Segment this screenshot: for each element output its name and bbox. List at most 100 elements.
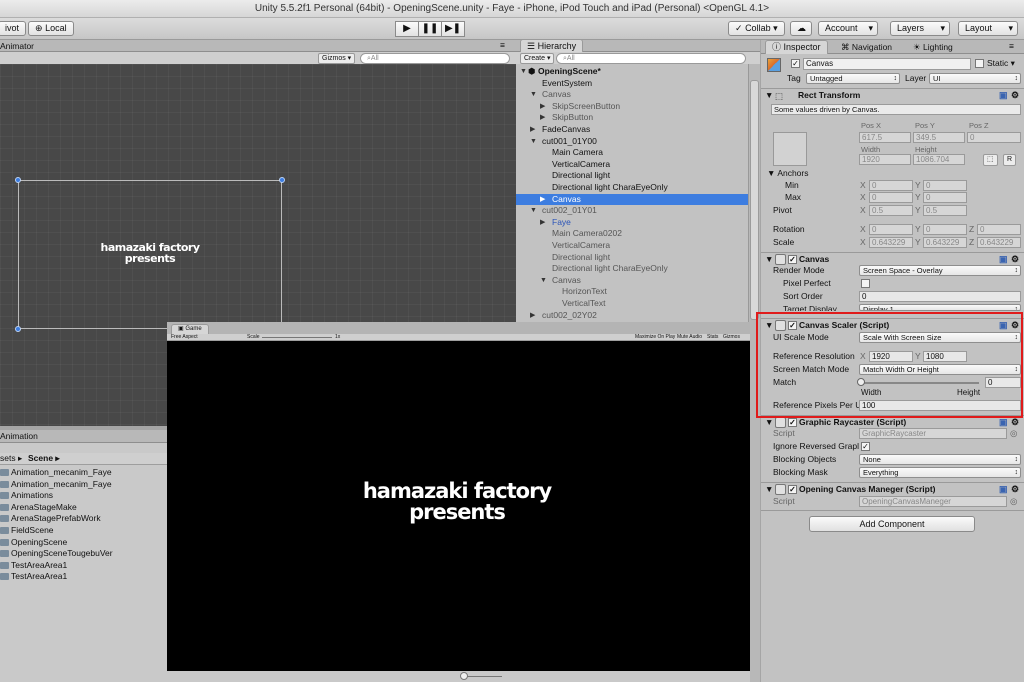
animation-tab[interactable]: Animation xyxy=(0,431,38,442)
zoom-slider-thumb[interactable] xyxy=(460,672,468,680)
canvas-enabled-checkbox[interactable]: ✓ xyxy=(788,255,797,264)
pause-button[interactable]: ❚❚ xyxy=(418,21,442,37)
scale-slider[interactable] xyxy=(262,337,332,338)
opening-manager-script-field[interactable]: OpeningCanvasManeger xyxy=(859,496,1007,507)
project-item[interactable]: OpeningSceneTougebuVer xyxy=(0,548,113,560)
hierarchy-item[interactable]: VerticalCamera xyxy=(516,159,748,171)
layer-dropdown[interactable]: UI xyxy=(929,73,1021,84)
collab-button[interactable]: ✓ Collab ▾ xyxy=(728,21,785,36)
account-dropdown[interactable]: Account ▾ xyxy=(818,21,878,36)
corner-handle[interactable] xyxy=(15,177,21,183)
scale-y-field[interactable]: 0.643229 xyxy=(923,237,967,248)
game-viewport[interactable]: hamazaki factory presents xyxy=(167,341,750,671)
hierarchy-item[interactable]: Directional light CharaEyeOnly xyxy=(516,182,748,194)
expand-arrow-icon[interactable]: ▼ xyxy=(520,66,527,78)
anchor-max-x-field[interactable]: 0 xyxy=(869,192,913,203)
collapse-arrow-icon[interactable]: ▶ xyxy=(540,217,545,229)
project-item[interactable]: TestAreaArea1 xyxy=(0,560,67,572)
layers-dropdown[interactable]: Layers ▾ xyxy=(890,21,950,36)
corner-handle[interactable] xyxy=(15,326,21,332)
gear-icon[interactable]: ⚙ xyxy=(1011,89,1019,102)
hierarchy-item[interactable]: ▶ SkipScreenButton xyxy=(516,101,748,113)
hierarchy-item[interactable]: Directional light CharaEyeOnly xyxy=(516,263,748,275)
opening-manager-header[interactable]: ▼ ✓ Opening Canvas Maneger (Script) ▣ ⚙ xyxy=(761,482,1024,496)
project-item[interactable]: ArenaStagePrefabWork xyxy=(0,513,101,525)
hierarchy-search-input[interactable]: ⌕All xyxy=(556,53,746,64)
anchors-foldout[interactable]: ▼ Anchors xyxy=(767,168,809,179)
width-field[interactable]: 1920 xyxy=(859,154,911,165)
hierarchy-item[interactable]: Main Camera xyxy=(516,147,748,159)
project-item[interactable]: Animation_mecanim_Faye xyxy=(0,479,112,491)
sort-order-field[interactable]: 0 xyxy=(859,291,1021,302)
ignore-reversed-checkbox[interactable]: ✓ xyxy=(861,442,870,451)
pivot-x-field[interactable]: 0.5 xyxy=(869,205,913,216)
pivot-button[interactable]: ivot xyxy=(0,21,27,36)
project-item[interactable]: OpeningScene xyxy=(0,537,67,549)
collapse-arrow-icon[interactable]: ▶ xyxy=(540,194,545,206)
breadcrumb-scene[interactable]: Scene ▸ xyxy=(28,453,60,464)
hierarchy-item[interactable]: VerticalText xyxy=(516,298,748,310)
pos-z-field[interactable]: 0 xyxy=(967,132,1021,143)
hierarchy-item[interactable]: VerticalCamera xyxy=(516,240,748,252)
object-picker-icon[interactable]: ◎ xyxy=(1010,496,1017,507)
rotation-x-field[interactable]: 0 xyxy=(869,224,913,235)
render-mode-dropdown[interactable]: Screen Space - Overlay xyxy=(859,265,1021,276)
create-dropdown[interactable]: Create ▾ xyxy=(520,53,555,64)
inspector-tab[interactable]: ⓘ Inspector xyxy=(765,40,828,54)
opening-manager-enabled-checkbox[interactable]: ✓ xyxy=(788,485,797,494)
canvas-component-header[interactable]: ▼ ✓ Canvas ▣ ⚙ xyxy=(761,252,1024,266)
tag-dropdown[interactable]: Untagged xyxy=(806,73,900,84)
static-checkbox[interactable] xyxy=(975,59,984,68)
hierarchy-item[interactable]: Directional light xyxy=(516,170,748,182)
hierarchy-item[interactable]: EventSystem xyxy=(516,78,748,90)
hierarchy-item[interactable]: ▶ SkipButton xyxy=(516,112,748,124)
pos-x-field[interactable]: 617.5 xyxy=(859,132,911,143)
gear-icon[interactable]: ⚙ xyxy=(1011,483,1019,496)
hierarchy-item[interactable]: ▶ Canvas xyxy=(516,193,748,206)
project-item[interactable]: TestAreaArea1 xyxy=(0,571,67,583)
hierarchy-item[interactable]: Directional light xyxy=(516,252,748,264)
hierarchy-item[interactable]: ▼ ⬢ OpeningScene* xyxy=(516,66,748,78)
project-item[interactable]: Animation_mecanim_Faye xyxy=(0,467,112,479)
collapse-arrow-icon[interactable]: ▼ xyxy=(765,89,773,102)
raycaster-enabled-checkbox[interactable]: ✓ xyxy=(788,418,797,427)
play-button[interactable]: ▶ xyxy=(395,21,419,37)
add-component-button[interactable]: Add Component xyxy=(809,516,975,532)
hierarchy-item[interactable]: ▼ Canvas xyxy=(516,275,748,287)
cloud-button[interactable]: ☁ xyxy=(790,21,812,36)
hierarchy-item[interactable]: ▶ Faye xyxy=(516,217,748,229)
expand-arrow-icon[interactable]: ▼ xyxy=(530,136,537,148)
anchor-min-y-field[interactable]: 0 xyxy=(923,180,967,191)
blocking-mask-dropdown[interactable]: Everything xyxy=(859,467,1021,478)
help-book-icon[interactable]: ▣ xyxy=(999,89,1008,102)
panel-menu-icon[interactable]: ≡ xyxy=(500,40,505,51)
animator-tab[interactable]: Animator xyxy=(0,41,34,52)
rotation-y-field[interactable]: 0 xyxy=(923,224,967,235)
blueprint-mode-button[interactable]: ⬚ xyxy=(983,154,998,166)
project-item[interactable]: ArenaStageMake xyxy=(0,502,77,514)
active-checkbox[interactable]: ✓ xyxy=(791,59,800,68)
scene-search-input[interactable]: ⌕All xyxy=(360,53,510,64)
raycaster-script-field[interactable]: GraphicRaycaster xyxy=(859,428,1007,439)
expand-arrow-icon[interactable]: ▼ xyxy=(530,205,537,217)
local-button[interactable]: ⊕ Local xyxy=(28,21,74,36)
corner-handle[interactable] xyxy=(279,177,285,183)
raw-edit-button[interactable]: R xyxy=(1003,154,1017,166)
step-button[interactable]: ▶❚ xyxy=(441,21,465,37)
help-book-icon[interactable]: ▣ xyxy=(999,483,1008,496)
height-field[interactable]: 1086.704 xyxy=(913,154,965,165)
hierarchy-item[interactable]: HorizonText xyxy=(516,286,748,298)
static-dropdown[interactable]: Static ▾ xyxy=(987,58,1015,69)
hierarchy-item[interactable]: ▼ cut002_01Y01 xyxy=(516,205,748,217)
scale-x-field[interactable]: 0.643229 xyxy=(869,237,913,248)
collapse-arrow-icon[interactable]: ▶ xyxy=(530,124,535,136)
pivot-y-field[interactable]: 0.5 xyxy=(923,205,967,216)
expand-arrow-icon[interactable]: ▼ xyxy=(540,275,547,287)
project-item[interactable]: FieldScene xyxy=(0,525,54,537)
breadcrumb-assets[interactable]: sets ▸ xyxy=(0,453,22,464)
collapse-arrow-icon[interactable]: ▶ xyxy=(530,310,535,322)
pos-y-field[interactable]: 349.5 xyxy=(913,132,965,143)
hierarchy-item[interactable]: ▼ cut001_01Y00 xyxy=(516,136,748,148)
rect-transform-header[interactable]: ▼ ⬚ Rect Transform ▣ ⚙ xyxy=(761,88,1024,102)
collapse-arrow-icon[interactable]: ▼ xyxy=(765,483,773,496)
